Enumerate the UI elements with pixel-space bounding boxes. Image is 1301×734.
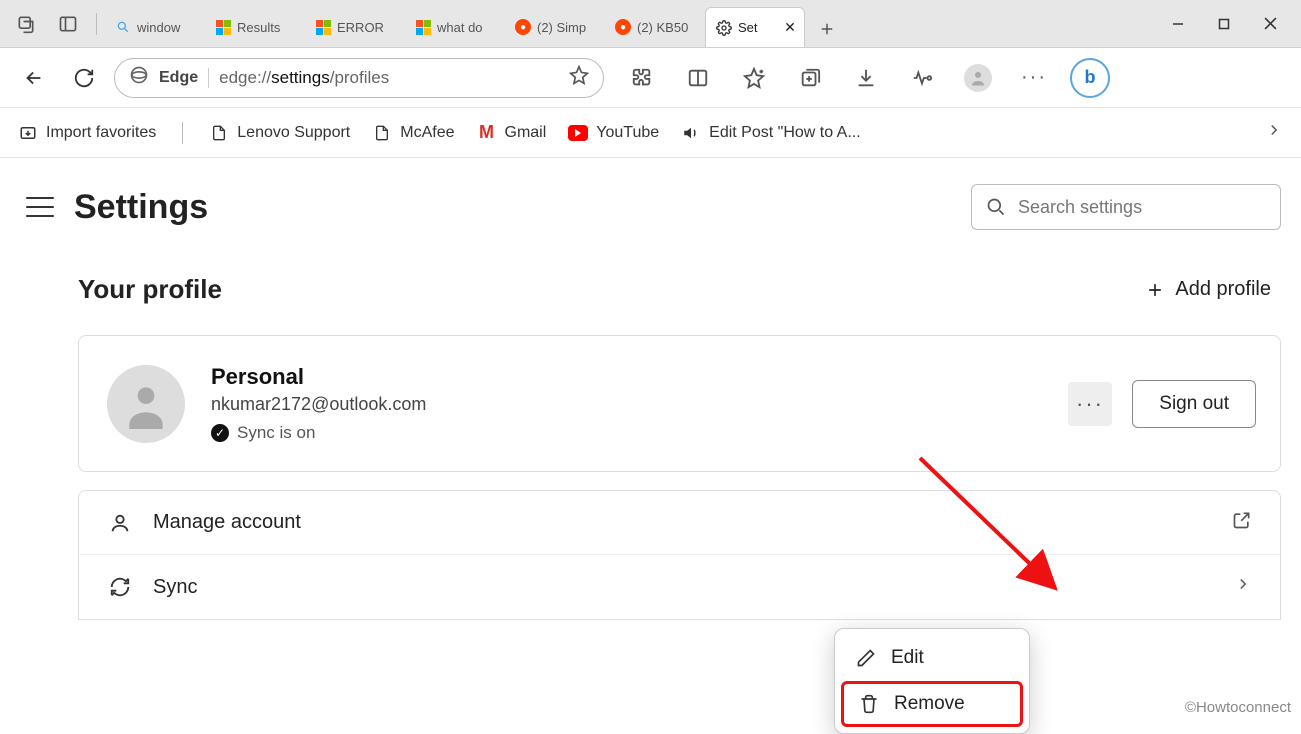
tab-settings-active[interactable]: Set ✕ (705, 7, 805, 47)
chevron-right-icon (1234, 575, 1252, 599)
profile-context-menu: Edit Remove (834, 628, 1030, 734)
microsoft-icon (215, 19, 231, 35)
doc-icon (372, 123, 392, 143)
more-menu-icon[interactable]: ··· (1014, 58, 1054, 98)
ctx-edit[interactable]: Edit (841, 635, 1023, 681)
close-tab-icon[interactable]: ✕ (782, 20, 798, 36)
bookmark-gmail[interactable]: M Gmail (477, 123, 547, 143)
tab-label: ERROR (337, 20, 399, 35)
gmail-icon: M (477, 123, 497, 143)
tab-label: (2) Simp (537, 20, 599, 35)
search-icon (986, 197, 1006, 217)
tab-label: Results (237, 20, 299, 35)
bookmark-lenovo[interactable]: Lenovo Support (209, 123, 350, 143)
import-icon (18, 123, 38, 143)
settings-title: Settings (74, 188, 208, 227)
tab-window-search[interactable]: window (105, 7, 205, 47)
profile-email: nkumar2172@outlook.com (211, 394, 426, 415)
sync-item[interactable]: Sync (79, 555, 1280, 619)
addr-url: edge://settings/profiles (219, 68, 559, 88)
split-screen-icon[interactable] (678, 58, 718, 98)
tab-whatdo[interactable]: what do (405, 7, 505, 47)
profile-settings-list: Manage account Sync (78, 490, 1281, 620)
profile-more-button[interactable]: ··· (1068, 382, 1112, 426)
tab-reddit-kb[interactable]: ● (2) KB50 (605, 7, 705, 47)
reddit-icon: ● (515, 19, 531, 35)
bookmarks-overflow-icon[interactable] (1265, 121, 1283, 144)
microsoft-icon (415, 19, 431, 35)
refresh-button[interactable] (64, 58, 104, 98)
new-tab-button[interactable] (809, 11, 845, 47)
check-icon: ✓ (211, 424, 229, 442)
titlebar: window Results ERROR what do ● (2) Simp … (0, 0, 1301, 48)
edge-logo-icon (129, 65, 149, 90)
bing-chat-icon[interactable]: b (1070, 58, 1110, 98)
toolbar: Edge edge://settings/profiles ··· b (0, 48, 1301, 108)
settings-content: Settings Search settings Your profile Ad… (0, 158, 1301, 620)
bookmarks-bar: Import favorites Lenovo Support McAfee M… (0, 108, 1301, 158)
tab-label: what do (437, 20, 499, 35)
tab-results[interactable]: Results (205, 7, 305, 47)
window-close-button[interactable] (1247, 6, 1293, 42)
pencil-icon (855, 648, 877, 668)
avatar-icon (107, 365, 185, 443)
bookmark-mcafee[interactable]: McAfee (372, 123, 454, 143)
tab-reddit-simp[interactable]: ● (2) Simp (505, 7, 605, 47)
bookmark-youtube[interactable]: YouTube (568, 123, 659, 143)
downloads-icon[interactable] (846, 58, 886, 98)
profile-name: Personal (211, 364, 426, 390)
profile-avatar-icon[interactable] (958, 58, 998, 98)
sign-out-button[interactable]: Sign out (1132, 380, 1256, 428)
extensions-icon[interactable] (622, 58, 662, 98)
bookmark-editpost[interactable]: Edit Post "How to A... (681, 123, 861, 143)
ctx-remove[interactable]: Remove (841, 681, 1023, 727)
tab-strip: window Results ERROR what do ● (2) Simp … (105, 0, 1155, 47)
sync-status: Sync is on (237, 423, 315, 443)
performance-icon[interactable] (902, 58, 942, 98)
manage-account-item[interactable]: Manage account (79, 491, 1280, 555)
back-button[interactable] (14, 58, 54, 98)
addr-prefix: Edge (159, 69, 198, 87)
doc-icon (209, 123, 229, 143)
tab-label: (2) KB50 (637, 20, 699, 35)
profile-card: Personal nkumar2172@outlook.com ✓ Sync i… (78, 335, 1281, 472)
settings-menu-icon[interactable] (26, 197, 54, 217)
favorites-icon[interactable] (734, 58, 774, 98)
window-maximize-button[interactable] (1201, 6, 1247, 42)
address-bar[interactable]: Edge edge://settings/profiles (114, 58, 604, 98)
tab-label: Set (738, 20, 776, 35)
sync-icon (107, 576, 133, 598)
search-icon (115, 19, 131, 35)
plus-icon (1145, 280, 1165, 300)
section-title: Your profile (78, 274, 222, 305)
person-icon (107, 512, 133, 534)
external-link-icon (1232, 510, 1252, 536)
tab-error[interactable]: ERROR (305, 7, 405, 47)
microsoft-icon (315, 19, 331, 35)
youtube-icon (568, 123, 588, 143)
tab-actions-icon[interactable] (8, 6, 44, 42)
collections-icon[interactable] (790, 58, 830, 98)
watermark: ©Howtoconnect (1185, 699, 1291, 716)
speaker-icon (681, 123, 701, 143)
trash-icon (858, 694, 880, 714)
favorite-star-icon[interactable] (569, 65, 589, 90)
search-settings-input[interactable]: Search settings (971, 184, 1281, 230)
window-minimize-button[interactable] (1155, 6, 1201, 42)
reddit-icon: ● (615, 19, 631, 35)
add-profile-button[interactable]: Add profile (1145, 278, 1281, 301)
gear-icon (716, 20, 732, 36)
vertical-tabs-icon[interactable] (50, 6, 86, 42)
tab-label: window (137, 20, 199, 35)
import-favorites-button[interactable]: Import favorites (18, 123, 156, 143)
